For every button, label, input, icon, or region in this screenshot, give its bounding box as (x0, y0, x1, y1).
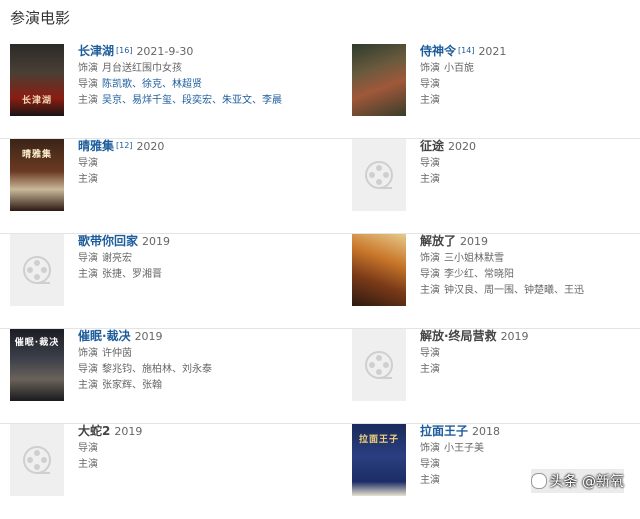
star-label: 主演 (420, 285, 440, 296)
release-year: 2018 (472, 425, 501, 438)
film-entry: 晴雅集 晴雅集 [12] 2020 导演 主演 (10, 139, 310, 234)
film-row: 晴雅集 晴雅集 [12] 2020 导演 主演 征途 2020 导演 主演 (0, 139, 640, 234)
star-value: 张捷、罗湘晋 (102, 269, 162, 280)
release-date: 2021-9-30 (136, 45, 194, 58)
film-title: 解放·终局营救 (420, 329, 497, 343)
director-value: 谢亮宏 (102, 253, 132, 264)
director-label: 导演 (420, 79, 440, 90)
film-title-link[interactable]: 拉面王子 (420, 424, 468, 438)
release-year: 2020 (448, 140, 477, 153)
film-title-link[interactable]: 晴雅集 (78, 139, 114, 153)
film-entry: 侍神令 [14] 2021 饰演 小百旎 导演 主演 (352, 44, 640, 139)
film-title: 解放了 (420, 234, 457, 248)
film-reel-icon (365, 351, 393, 379)
role-label: 饰演 (420, 63, 440, 74)
role-value: 月台送红围巾女孩 (102, 63, 182, 74)
star-value: 张家辉、张翰 (102, 380, 162, 391)
poster-title-text: 催眠·裁决 (14, 338, 60, 348)
film-title-link[interactable]: 歌带你回家 (78, 234, 138, 248)
director-label: 导演 (420, 269, 440, 280)
poster-title-text: 拉面王子 (358, 435, 399, 445)
film-poster[interactable]: 催眠·裁决 (10, 329, 64, 401)
director-label: 导演 (78, 253, 98, 264)
film-title-link[interactable]: 长津湖 (78, 44, 114, 58)
role-label: 饰演 (78, 63, 98, 74)
film-title-link[interactable]: 侍神令 (420, 44, 456, 58)
film-poster[interactable] (352, 234, 406, 306)
film-row: 催眠·裁决 催眠·裁决 2019 饰演 许仲茵 导演 黎兆钧、施柏林、刘永泰 主演 张家… (0, 329, 640, 424)
film-poster[interactable] (352, 44, 406, 116)
film-title: 征途 (420, 139, 445, 153)
star-label: 主演 (78, 95, 98, 106)
release-year: 2019 (142, 235, 171, 248)
star-label: 主演 (420, 475, 440, 486)
role-label: 饰演 (78, 348, 98, 359)
star-label: 主演 (420, 364, 440, 375)
film-entry: 征途 2020 导演 主演 (352, 139, 640, 234)
poster-placeholder (352, 329, 406, 401)
film-poster[interactable]: 长津湖 (10, 44, 64, 116)
film-title-link[interactable]: 催眠·裁决 (78, 329, 131, 343)
director-label: 导演 (78, 364, 98, 375)
director-links[interactable]: 陈凯歌、徐克、林超贤 (102, 79, 202, 90)
director-label: 导演 (78, 443, 98, 454)
poster-placeholder (352, 139, 406, 211)
director-label: 导演 (78, 79, 98, 90)
reference-link[interactable]: [14] (458, 46, 474, 55)
film-entry: 长津湖 长津湖 [16] 2021-9-30 饰演 月台送红围巾女孩 导演 陈凯歌、徐克… (10, 44, 310, 139)
film-entry: 解放了 2019 饰演 三小姐林默雪 导演 李少红、常晓阳 主演 钟汉良、周一围、钟楚曦… (352, 234, 640, 329)
film-entry: 催眠·裁决 催眠·裁决 2019 饰演 许仲茵 导演 黎兆钧、施柏林、刘永泰 主演 张家… (10, 329, 310, 424)
watermark-text: 头条 @新氧 (549, 474, 624, 490)
release-year: 2019 (500, 330, 529, 343)
release-year: 2019 (134, 330, 163, 343)
film-row: 歌带你回家 2019 导演 谢亮宏 主演 张捷、罗湘晋 解放了 2019 饰演 三小姐林默… (0, 234, 640, 329)
role-value: 三小姐林默雪 (444, 253, 504, 264)
poster-placeholder (10, 234, 64, 306)
star-label: 主演 (420, 174, 440, 185)
role-value: 小王子美 (444, 443, 484, 454)
film-reel-icon (23, 446, 51, 474)
role-label: 饰演 (420, 253, 440, 264)
director-value: 李少红、常晓阳 (444, 269, 514, 280)
reference-link[interactable]: [12] (116, 141, 132, 150)
star-value: 钟汉良、周一围、钟楚曦、王迅 (444, 285, 584, 296)
film-entry: 解放·终局营救 2019 导演 主演 (352, 329, 640, 424)
film-poster[interactable]: 晴雅集 (10, 139, 64, 211)
release-year: 2020 (136, 140, 165, 153)
source-watermark: 头条 @新氧 (530, 469, 624, 493)
poster-title-text: 晴雅集 (21, 150, 52, 160)
director-value: 黎兆钧、施柏林、刘永泰 (102, 364, 212, 375)
star-label: 主演 (78, 269, 98, 280)
poster-placeholder (10, 424, 64, 496)
section-title: 参演电影 (10, 9, 71, 27)
director-label: 导演 (420, 459, 440, 470)
star-label: 主演 (78, 380, 98, 391)
star-label: 主演 (420, 95, 440, 106)
release-year: 2021 (478, 45, 507, 58)
director-label: 导演 (78, 158, 98, 169)
role-label: 饰演 (420, 443, 440, 454)
film-reel-icon (365, 161, 393, 189)
poster-title-text: 长津湖 (21, 96, 52, 106)
film-entry: 歌带你回家 2019 导演 谢亮宏 主演 张捷、罗湘晋 (10, 234, 310, 329)
film-title: 大蛇2 (78, 424, 111, 438)
film-row: 长津湖 长津湖 [16] 2021-9-30 饰演 月台送红围巾女孩 导演 陈凯歌、徐克… (0, 44, 640, 139)
director-label: 导演 (420, 158, 440, 169)
release-year: 2019 (460, 235, 489, 248)
role-value: 小百旎 (444, 63, 474, 74)
film-reel-icon (23, 256, 51, 284)
star-label: 主演 (78, 459, 98, 470)
role-value: 许仲茵 (102, 348, 132, 359)
star-links[interactable]: 吴京、易烊千玺、段奕宏、朱亚文、李晨 (102, 95, 282, 106)
avatar-icon (530, 473, 547, 489)
release-year: 2019 (114, 425, 143, 438)
reference-link[interactable]: [16] (116, 46, 132, 55)
director-label: 导演 (420, 348, 440, 359)
film-poster[interactable]: 拉面王子 (352, 424, 406, 496)
star-label: 主演 (78, 174, 98, 185)
